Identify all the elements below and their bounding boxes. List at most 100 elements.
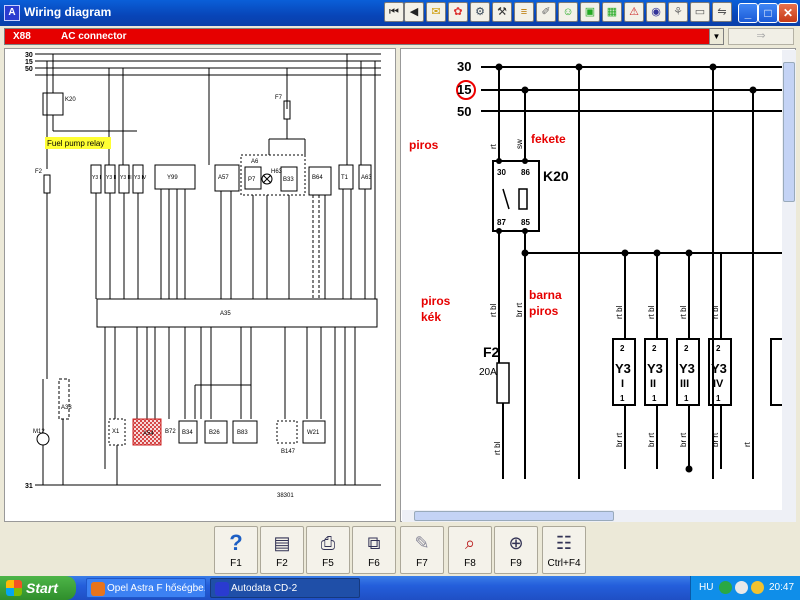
color-note: piros <box>409 138 439 152</box>
help-icon: ? <box>229 530 243 555</box>
comp-label: X1 <box>112 429 120 435</box>
prev-page-button[interactable]: ◀ <box>404 2 424 22</box>
fuel-pump-relay-label: Fuel pump relay <box>47 139 104 148</box>
vertical-scrollbar[interactable] <box>782 50 796 510</box>
relay-label: Y3 I <box>92 175 101 181</box>
wire-code: br rt <box>711 432 720 447</box>
pin-label: 30 <box>497 168 506 177</box>
comp-label: A6 <box>251 159 259 165</box>
wire-code: br rt <box>647 432 656 447</box>
relay-label: Y3 II <box>106 175 116 181</box>
injector-pin: 2 <box>652 344 657 353</box>
comp-label: H63 <box>271 169 283 175</box>
injector-cyl: II <box>650 378 656 390</box>
fuse-f2-label: F2 <box>483 344 500 360</box>
task-autodata[interactable]: Autodata CD-2 <box>210 578 360 598</box>
f2-print-preview-button[interactable]: ▤ F2 <box>260 526 304 574</box>
f6-connector-button[interactable]: ⧉ F6 <box>352 526 396 574</box>
tool-13-button[interactable]: ▭ <box>690 2 710 22</box>
comp-label: A63 <box>361 175 372 181</box>
f9-zoom-button[interactable]: ⊕ F9 <box>494 526 538 574</box>
task-label: Autodata CD-2 <box>231 583 298 594</box>
rail-label-15: 15 <box>25 59 33 66</box>
diagram-footer-code: 38301 <box>277 493 294 499</box>
tool-5-button[interactable]: ≡ <box>514 2 534 22</box>
task-browser[interactable]: Opel Astra F hőségbe... <box>86 578 206 598</box>
connector-select[interactable]: X88 AC connector ▼ <box>4 28 724 45</box>
comp-label: P7 <box>248 177 256 183</box>
fkey-label: F1 <box>230 558 242 569</box>
start-button[interactable]: Start <box>0 576 76 600</box>
comp-label: W21 <box>307 430 320 436</box>
connector-go-button[interactable]: ⇒ <box>728 28 794 45</box>
comp-label: B64 <box>312 175 323 181</box>
language-indicator[interactable]: HU <box>699 582 713 593</box>
scroll-thumb[interactable] <box>414 511 614 521</box>
scroll-thumb[interactable] <box>783 62 795 202</box>
tool-2-button[interactable]: ✿ <box>448 2 468 22</box>
tool-1-button[interactable]: ✉ <box>426 2 446 22</box>
comp-label: B147 <box>281 449 296 455</box>
injector-name: Y3 <box>647 361 663 376</box>
wire-code: rt bl <box>489 303 498 317</box>
fuse-rating: 20A <box>479 367 497 378</box>
close-button[interactable]: ✕ <box>778 3 798 23</box>
tool-4-button[interactable]: ⚒ <box>492 2 512 22</box>
overview-diagram-panel[interactable]: Fuel pump relay 30 15 50 31 K20 F2 F7 A6… <box>4 48 396 522</box>
injector-pin: 2 <box>620 344 625 353</box>
ctrl-f4-table-button[interactable]: ☷ Ctrl+F4 <box>542 526 586 574</box>
injector-pin: 2 <box>684 344 689 353</box>
maximize-button[interactable]: □ <box>758 3 778 23</box>
f8-find-button[interactable]: ⌕ F8 <box>448 526 492 574</box>
comp-label: A57 <box>218 175 229 181</box>
relay-label: Y3 IV <box>134 175 147 181</box>
comp-label: B26 <box>209 430 220 436</box>
wire-code: rt <box>489 143 498 149</box>
pen-icon: ✎ <box>414 533 430 553</box>
tool-10-button[interactable]: ⚠ <box>624 2 644 22</box>
f7-pen-button[interactable]: ✎ F7 <box>400 526 444 574</box>
task-label: Opel Astra F hőségbe... <box>107 583 206 594</box>
tool-9-button[interactable]: ▦ <box>602 2 622 22</box>
f1-help-button[interactable]: ? F1 <box>214 526 258 574</box>
tool-8-button[interactable]: ▣ <box>580 2 600 22</box>
overview-diagram: Fuel pump relay 30 15 50 31 K20 F2 F7 A6… <box>25 52 381 499</box>
comp-label: F2 <box>35 169 43 175</box>
minimize-button[interactable]: _ <box>738 3 758 23</box>
chevron-down-icon[interactable]: ▼ <box>709 29 723 44</box>
network-icon[interactable] <box>719 581 732 594</box>
wire-code: rt bl <box>679 305 688 319</box>
tool-7-button[interactable]: ☺ <box>558 2 578 22</box>
detail-diagram: 30 15 50 K20 F2 30 86 87 85 20A piros fe… <box>409 59 795 479</box>
wire-code: rt <box>743 441 752 447</box>
wire-code: rt bl <box>647 305 656 319</box>
wire-code: rt bl <box>711 305 720 319</box>
comp-label: F7 <box>275 95 283 101</box>
pin-label: 86 <box>521 168 530 177</box>
security-icon[interactable] <box>751 581 764 594</box>
detail-diagram-panel[interactable]: 30 15 50 K20 F2 30 86 87 85 20A piros fe… <box>400 48 796 522</box>
connector-bar: X88 AC connector ▼ ⇒ <box>0 26 800 46</box>
fkey-label: F8 <box>464 558 476 569</box>
f5-print-button[interactable]: ⎙ F5 <box>306 526 350 574</box>
comp-label: Y99 <box>167 175 178 181</box>
wire-code: rt bl <box>615 305 624 319</box>
tool-11-button[interactable]: ◉ <box>646 2 666 22</box>
windows-logo-icon <box>6 580 22 596</box>
find-icon: ⌕ <box>464 533 476 553</box>
rail-label-31: 31 <box>25 483 33 490</box>
fkey-label: Ctrl+F4 <box>547 558 581 569</box>
tool-14-button[interactable]: ⇋ <box>712 2 732 22</box>
relay-label: Y3 III <box>120 175 132 181</box>
tool-6-button[interactable]: ✐ <box>536 2 556 22</box>
tool-3-button[interactable]: ⚙ <box>470 2 490 22</box>
volume-icon[interactable] <box>735 581 748 594</box>
comp-label: T1 <box>341 175 349 181</box>
rail-label-30: 30 <box>457 59 471 74</box>
tool-12-button[interactable]: ⚘ <box>668 2 688 22</box>
wire-code: br rt <box>615 432 624 447</box>
wire-code: br rt <box>679 432 688 447</box>
fkey-label: F7 <box>416 558 428 569</box>
horizontal-scrollbar[interactable] <box>402 510 796 522</box>
first-page-button[interactable]: ⏮ <box>384 2 404 22</box>
